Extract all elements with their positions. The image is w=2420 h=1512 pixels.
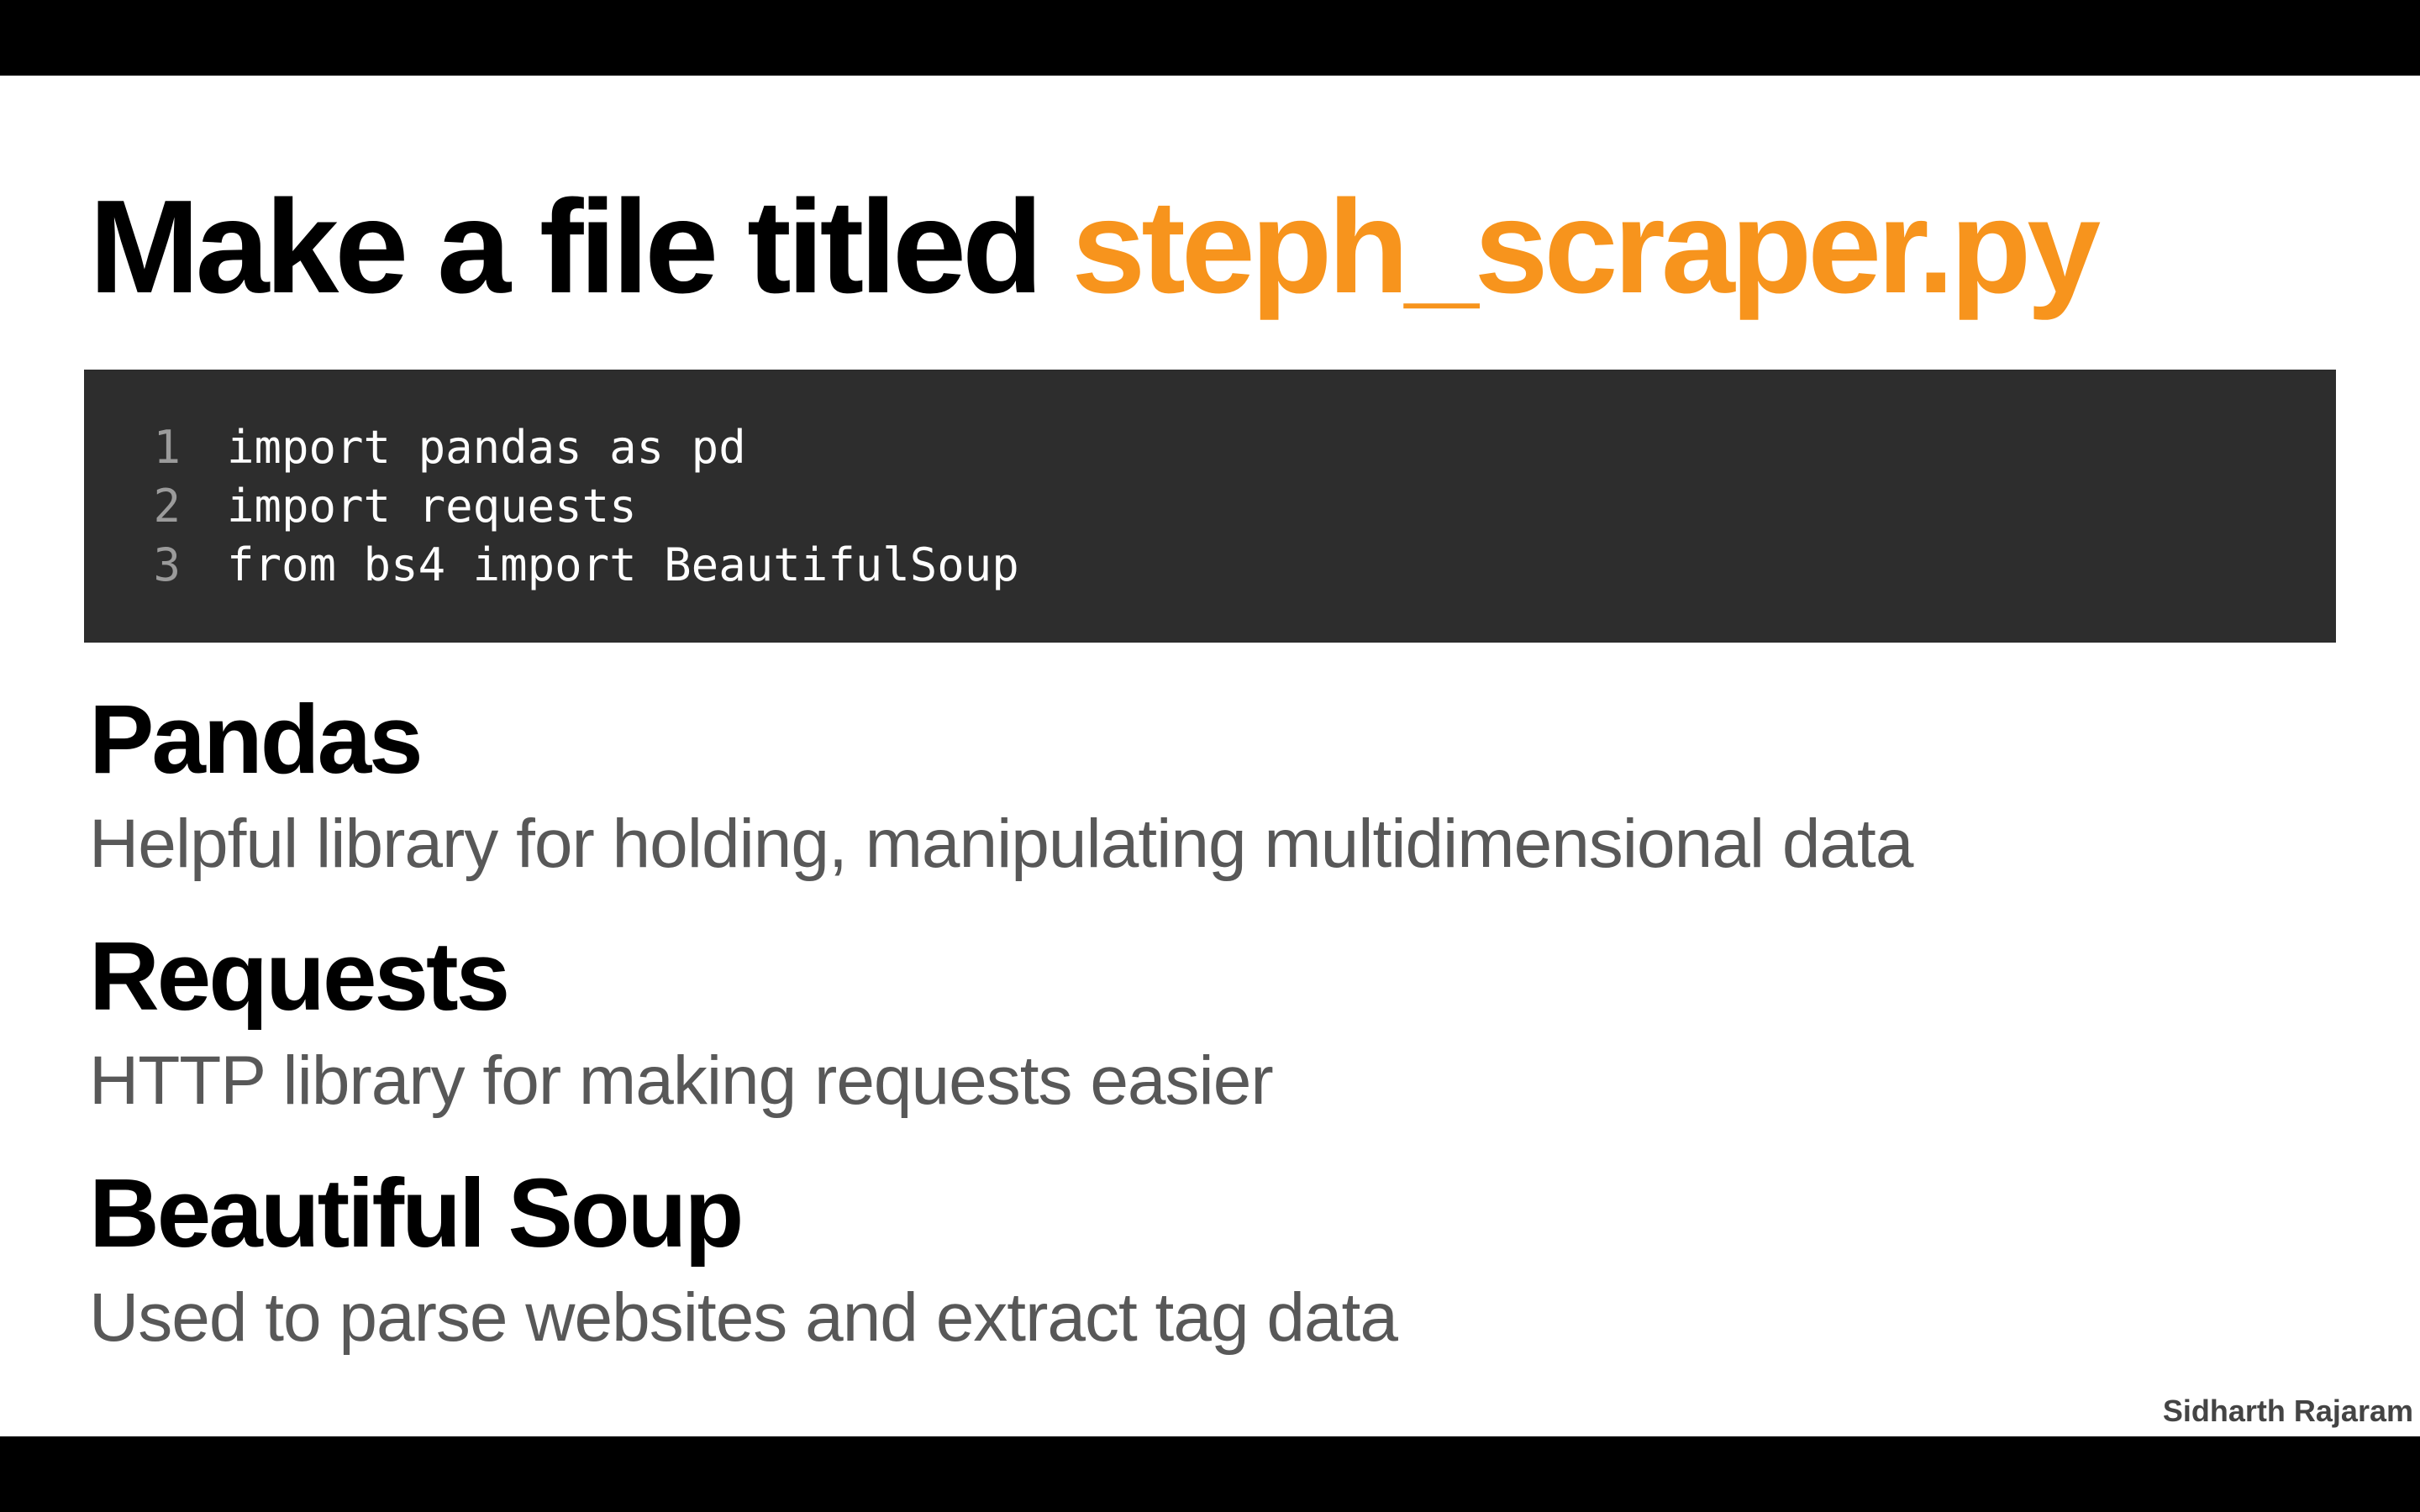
code-line: 2 import requests xyxy=(84,477,637,536)
code-text: from bs4 import BeautifulSoup xyxy=(227,538,1019,591)
line-number: 3 xyxy=(153,538,181,591)
section-heading-requests: Requests xyxy=(89,921,510,1031)
section-description-pandas: Helpful library for holding, manipulatin… xyxy=(89,806,1913,882)
code-line: 3 from bs4 import BeautifulSoup xyxy=(84,536,1019,595)
slide: Make a file titled steph_scraper.py 1 imp… xyxy=(0,76,2420,1436)
author-credit: Sidharth Rajaram xyxy=(2162,1394,2413,1428)
code-block: 1 import pandas as pd 2 import requests 3f… xyxy=(84,370,2336,643)
section-heading-beautiful-soup: Beautiful Soup xyxy=(89,1158,744,1268)
section-heading-pandas: Pandas xyxy=(89,685,424,794)
section-description-beautiful-soup: Used to parse websites and extract tag d… xyxy=(89,1279,1398,1356)
presentation-frame: Make a file titled steph_scraper.py 1 imp… xyxy=(0,0,2420,1512)
code-line: 1 import pandas as pd xyxy=(84,418,746,477)
section-description-requests: HTTP library for making requests easier xyxy=(89,1042,1274,1119)
slide-title: Make a file titled steph_scraper.py xyxy=(89,171,2101,323)
title-filename: steph_scraper.py xyxy=(1071,173,2101,321)
line-number: 2 xyxy=(153,480,181,533)
title-prefix: Make a file titled xyxy=(89,173,1072,321)
code-text: import pandas as pd xyxy=(227,421,746,474)
line-number: 1 xyxy=(153,421,181,474)
code-text: import requests xyxy=(227,480,637,533)
